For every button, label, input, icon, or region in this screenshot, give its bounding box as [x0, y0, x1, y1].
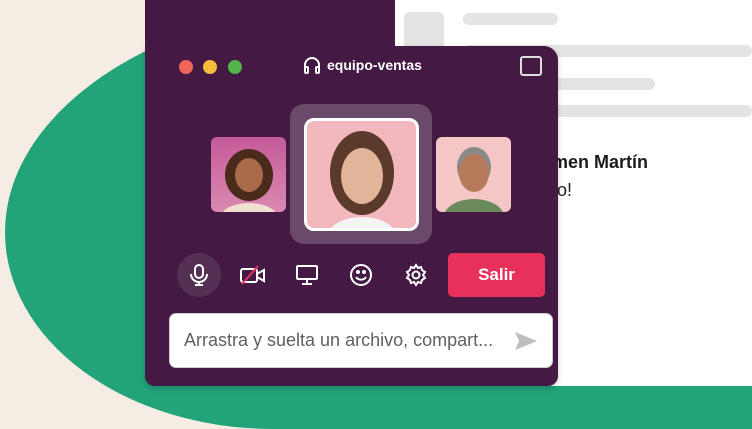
channel-name: equipo-ventas — [327, 57, 422, 73]
person-avatar-icon — [445, 147, 503, 212]
person-avatar-icon — [222, 149, 276, 212]
reaction-button[interactable] — [339, 253, 383, 297]
participant-video[interactable] — [211, 137, 286, 212]
active-speaker-video[interactable] — [304, 118, 419, 231]
huddle-window: equipo-ventas Salir Arrastra y suelta un… — [145, 46, 558, 386]
leave-button[interactable]: Salir — [448, 253, 545, 297]
maximize-button[interactable] — [228, 60, 242, 74]
microphone-button[interactable] — [177, 253, 221, 297]
microphone-icon — [190, 264, 208, 286]
minimize-button[interactable] — [203, 60, 217, 74]
message-text: o! — [557, 180, 573, 200]
settings-button[interactable] — [394, 253, 438, 297]
close-button[interactable] — [179, 60, 193, 74]
headphones-icon — [304, 57, 320, 74]
monitor-icon — [296, 265, 318, 285]
message-placeholder: Arrastra y suelta un archivo, compart... — [184, 330, 494, 350]
gear-icon — [405, 263, 427, 287]
person-avatar-icon — [330, 131, 394, 228]
smiley-icon — [350, 264, 372, 286]
message-input[interactable]: Arrastra y suelta un archivo, compart... — [169, 313, 553, 368]
send-icon[interactable] — [514, 331, 538, 351]
video-off-icon — [240, 265, 265, 285]
expand-icon[interactable] — [520, 56, 542, 76]
text-placeholder — [463, 13, 558, 25]
window-title: equipo-ventas — [303, 56, 422, 74]
video-off-button[interactable] — [231, 253, 275, 297]
participant-video[interactable] — [436, 137, 511, 212]
screen-share-button[interactable] — [285, 253, 329, 297]
